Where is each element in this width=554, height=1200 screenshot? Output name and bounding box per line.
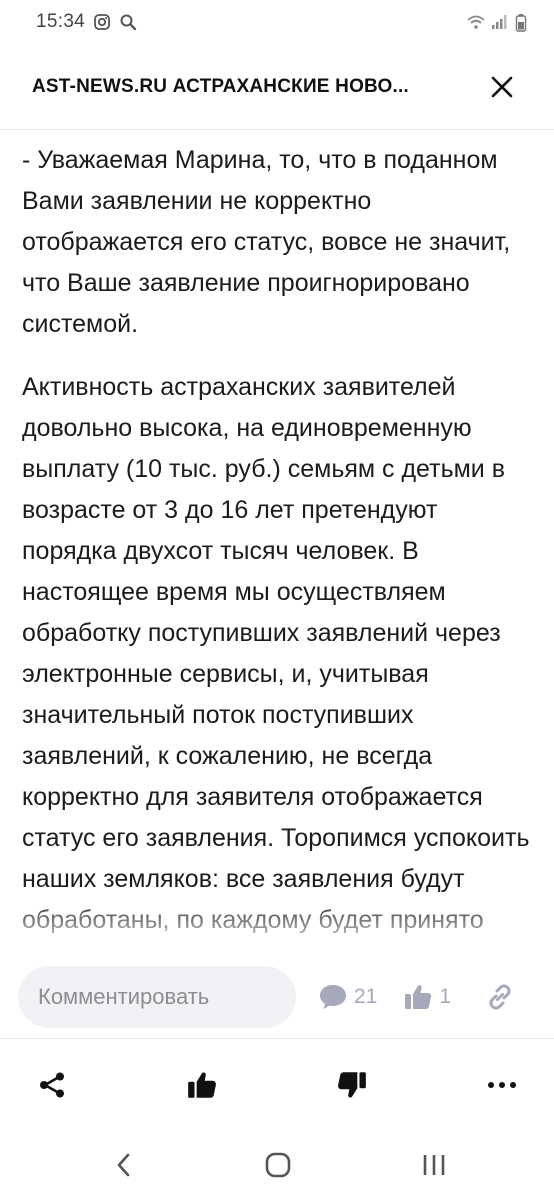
like-icon: [188, 1072, 216, 1098]
comments-button[interactable]: 21: [318, 983, 377, 1011]
search-icon: [119, 13, 137, 31]
dislike-button[interactable]: [328, 1061, 376, 1109]
action-bar: [0, 1040, 554, 1130]
comment-bar: Комментировать 21 1: [0, 955, 554, 1039]
signal-icon: [490, 13, 508, 31]
back-button[interactable]: [102, 1143, 146, 1187]
article-paragraph: Активность астраханских заявителей довол…: [22, 373, 530, 934]
more-button[interactable]: [478, 1061, 526, 1109]
dislike-icon: [338, 1072, 366, 1098]
wifi-icon: [466, 13, 485, 31]
status-time: 15:34: [36, 11, 86, 32]
article-header: AST-NEWS.RU АСТРАХАНСКИЕ НОВО...: [0, 44, 554, 130]
close-icon: [491, 76, 513, 97]
battery-icon: [514, 13, 532, 32]
home-icon: [265, 1152, 291, 1178]
share-icon: [40, 1072, 64, 1098]
link-icon: [489, 984, 511, 1009]
like-button[interactable]: [178, 1061, 226, 1109]
close-button[interactable]: [482, 67, 522, 107]
likes-button[interactable]: 1: [403, 983, 451, 1011]
article-paragraph: - Уважаемая Марина, то, что в поданном В…: [22, 146, 511, 338]
source-title: AST-NEWS.RU АСТРАХАНСКИЕ НОВО...: [32, 75, 409, 97]
thumb-up-icon: [405, 984, 432, 1009]
comment-input[interactable]: Комментировать: [18, 965, 296, 1028]
comments-count: 21: [354, 984, 378, 1008]
comment-icon: [320, 984, 346, 1009]
recents-button[interactable]: [412, 1143, 456, 1187]
home-button[interactable]: [256, 1143, 300, 1187]
more-icon: [488, 1082, 516, 1088]
system-nav-bar: [0, 1130, 554, 1200]
share-button[interactable]: [28, 1061, 76, 1109]
recents-icon: [423, 1155, 445, 1175]
copy-link-button[interactable]: [485, 982, 515, 1012]
article-body[interactable]: - Уважаемая Марина, то, что в поданном В…: [0, 140, 554, 955]
instagram-icon: [93, 13, 111, 31]
likes-count: 1: [439, 984, 452, 1008]
status-bar: 15:34: [0, 0, 554, 44]
back-icon: [117, 1153, 130, 1177]
